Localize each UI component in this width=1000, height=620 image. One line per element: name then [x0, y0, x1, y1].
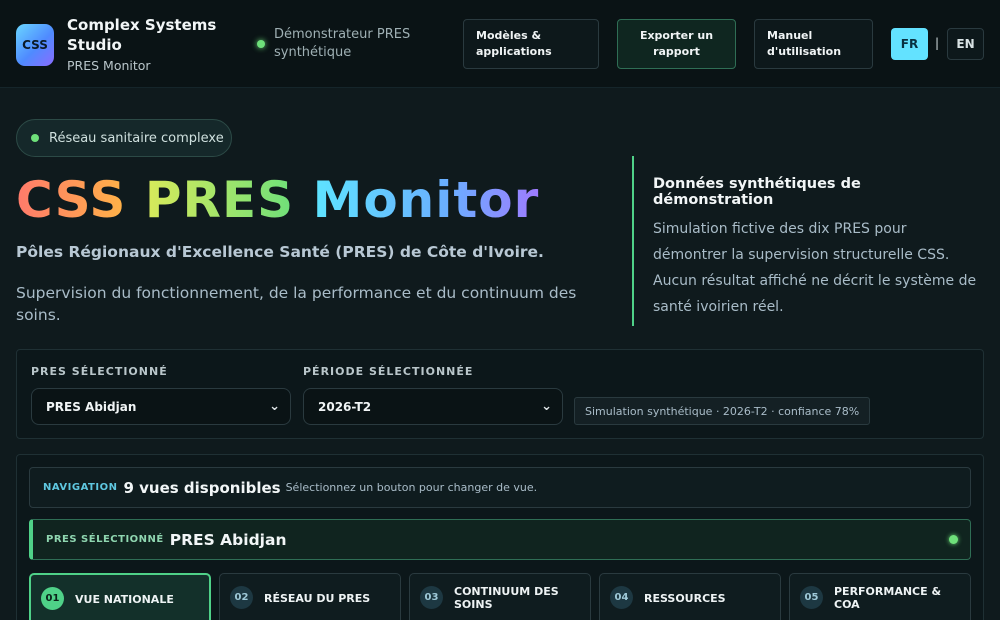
page-title: CSS PRES Monitor [16, 168, 539, 232]
network-pill: Réseau sanitaire complexe [16, 119, 232, 157]
manual-button[interactable]: Manuel d'utilisation [754, 19, 873, 69]
brand-subtitle: PRES Monitor [67, 58, 151, 73]
lang-separator: | [935, 36, 940, 50]
tab-number: 04 [610, 586, 633, 609]
tab-ressources[interactable]: 04 RESSOURCES [599, 573, 781, 620]
period-select-value: 2026-T2 [318, 399, 372, 414]
note-body: Simulation fictive des dix PRES pour dém… [653, 221, 977, 315]
models-button[interactable]: Modèles & applications [463, 19, 599, 69]
tab-reseau-du-pres[interactable]: 02 RÉSEAU DU PRES [219, 573, 401, 620]
pill-label: Réseau sanitaire complexe [49, 130, 224, 146]
title-word-pres: PRES [144, 171, 295, 229]
logo-icon[interactable]: CSS [16, 24, 54, 66]
title-word-monitor: Monitor [312, 171, 540, 229]
export-report-button[interactable]: Exporter un rapport [617, 19, 736, 69]
chevron-down-icon: ⌄ [269, 399, 280, 414]
lang-en-button[interactable]: EN [947, 28, 984, 60]
tab-label: CONTINUUM DES SOINS [454, 585, 559, 611]
brand-name: Complex Systems Studio [67, 16, 217, 54]
demo-label: Démonstrateur PRES synthétique [274, 27, 411, 60]
tab-label: RESSOURCES [644, 592, 726, 605]
period-select[interactable]: 2026-T2 ⌄ [303, 388, 563, 425]
pres-select-label: PRES SÉLECTIONNÉ [31, 365, 168, 378]
selectors-panel: PRES SÉLECTIONNÉ PRES Abidjan ⌄ PÉRIODE … [16, 349, 984, 439]
pres-select-value: PRES Abidjan [46, 399, 137, 414]
views-count: 9 vues disponibles [123, 478, 281, 497]
selected-pres-key: PRES SÉLECTIONNÉ [46, 534, 164, 545]
selected-pres-bar: PRES SÉLECTIONNÉ PRES Abidjan [29, 519, 971, 560]
title-word-css: CSS [16, 171, 127, 229]
tab-number: 02 [230, 586, 253, 609]
status-dot-icon [31, 134, 39, 142]
status-dot-icon [949, 535, 958, 544]
tab-number: 03 [420, 586, 443, 609]
tab-label: VUE NATIONALE [75, 593, 174, 606]
page-description: Supervision du fonctionnement, de la per… [16, 284, 577, 324]
chevron-down-icon: ⌄ [541, 399, 552, 414]
navigation-section: NAVIGATION 9 vues disponibles Sélectionn… [16, 454, 984, 620]
pres-select[interactable]: PRES Abidjan ⌄ [31, 388, 291, 425]
navigation-hint: Sélectionnez un bouton pour changer de v… [285, 481, 538, 494]
period-select-label: PÉRIODE SÉLECTIONNÉE [303, 365, 474, 378]
page-subtitle: Pôles Régionaux d'Excellence Santé (PRES… [16, 243, 544, 261]
simulation-status-badge: Simulation synthétique · 2026-T2 · confi… [574, 397, 871, 425]
navigation-key: NAVIGATION [43, 482, 118, 493]
tab-number: 01 [41, 587, 64, 610]
note-title: Données synthétiques de démonstration [653, 176, 861, 208]
top-header: CSS Complex Systems Studio PRES Monitor … [0, 0, 1000, 88]
tab-performance-coa[interactable]: 05 PERFORMANCE & COA [789, 573, 971, 620]
synthetic-data-note: Données synthétiques de démonstration Si… [632, 156, 984, 326]
status-dot-icon [257, 40, 265, 48]
tab-continuum-des-soins[interactable]: 03 CONTINUUM DES SOINS [409, 573, 591, 620]
tab-number: 05 [800, 586, 823, 609]
tab-label: PERFORMANCE & COA [834, 585, 942, 611]
tab-vue-nationale[interactable]: 01 VUE NATIONALE [29, 573, 211, 620]
tab-label: RÉSEAU DU PRES [264, 592, 371, 605]
lang-fr-button[interactable]: FR [891, 28, 928, 60]
selected-pres-value: PRES Abidjan [169, 530, 287, 549]
navigation-bar: NAVIGATION 9 vues disponibles Sélectionn… [29, 467, 971, 508]
